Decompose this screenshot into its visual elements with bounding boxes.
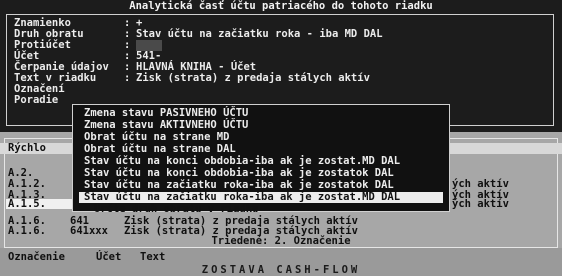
status-column-account[interactable]: Účet bbox=[96, 252, 121, 263]
quick-search-label[interactable]: Rýchlo bbox=[8, 143, 46, 154]
menu-item-end-balance-credit[interactable]: Stav účtu na konci obdobia-iba ak je zos… bbox=[84, 168, 394, 179]
menu-item-asset-change[interactable]: Zmena stavu AKTIVNEHO ÚČTU bbox=[84, 120, 248, 131]
menu-footer-hint: Určte druh obratu v riadku bbox=[94, 203, 259, 215]
menu-item-credit-turnover[interactable]: Obrat účtu na strane DAL bbox=[84, 144, 236, 155]
field-colon: : bbox=[124, 72, 131, 84]
menu-item-liability-change[interactable]: Zmena stavu PASIVNEHO ÚČTU bbox=[84, 108, 248, 119]
menu-item-debit-turnover[interactable]: Obrat účtu na strane MD bbox=[84, 132, 229, 143]
field-label-order: Poradie bbox=[14, 94, 59, 106]
menu-item-start-balance-debit[interactable]: Stav účtu na začiatku roka-iba ak je zos… bbox=[79, 192, 443, 203]
sort-indicator: Triedené: 2. Označenie bbox=[211, 235, 351, 247]
field-value-row-text[interactable]: Zisk (strata) z predaja stálych aktív bbox=[136, 73, 370, 84]
row-code: A.1.5. bbox=[8, 198, 46, 210]
report-title: ZOSTAVA CASH-FLOW bbox=[201, 264, 361, 276]
menu-item-start-balance-credit[interactable]: Stav účtu na začiatku roka-iba ak je zos… bbox=[84, 180, 394, 191]
menu-item-end-balance-debit[interactable]: Stav účtu na konci obdobia-iba ak je zos… bbox=[84, 156, 400, 167]
field-value-turnover-type[interactable]: Stav účtu na začiatku roka - iba MD DAL bbox=[136, 29, 383, 40]
status-column-designation[interactable]: Označenie bbox=[8, 252, 65, 263]
status-column-text[interactable]: Text bbox=[140, 252, 165, 263]
detail-panel-title: Analytická časť účtu patriacého do tohot… bbox=[129, 0, 433, 12]
row-text-tail: ých aktív bbox=[452, 198, 509, 210]
